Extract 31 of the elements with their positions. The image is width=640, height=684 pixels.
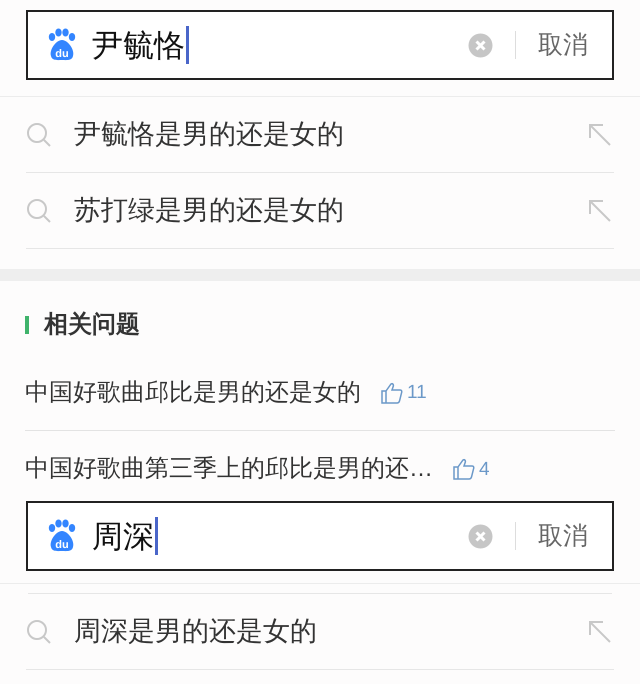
text-cursor (155, 517, 158, 555)
thumbs-up-icon (381, 382, 403, 404)
search-icon (26, 618, 52, 644)
like-count: 4 (479, 460, 490, 478)
search-input-text: 周深 (92, 520, 154, 552)
search-field[interactable]: du 周深 取消 (26, 501, 614, 571)
search-input-text: 尹毓恪 (92, 30, 185, 60)
cancel-button[interactable]: 取消 (538, 524, 588, 548)
fill-arrow-icon[interactable] (588, 198, 612, 222)
cancel-button[interactable]: 取消 (538, 32, 588, 58)
question-text: 中国好歌曲邱比是男的还是女的 (25, 380, 361, 404)
section-marker (25, 316, 29, 334)
question-text: 中国好歌曲第三季上的邱比是男的还… (25, 457, 433, 481)
section-title: 相关问题 (44, 313, 140, 337)
suggestion-item[interactable]: 苏打绿是男的还是女的 (26, 173, 614, 249)
suggestion-text: 周深是男的还是女的 (74, 618, 317, 645)
suggestion-text: 尹毓恪是男的还是女的 (74, 121, 344, 148)
fill-arrow-icon[interactable] (588, 620, 612, 644)
fill-arrow-icon[interactable] (588, 122, 612, 146)
suggestion-item[interactable]: 尹毓恪是男的还是女的 (26, 97, 614, 173)
thumbs-up-icon (453, 458, 475, 480)
related-question-item[interactable]: 中国好歌曲邱比是男的还是女的 11 (25, 355, 615, 431)
text-cursor (186, 26, 189, 64)
clear-icon[interactable] (468, 524, 493, 548)
suggestion-text: 苏打绿是男的还是女的 (74, 197, 344, 224)
search-icon (26, 198, 52, 224)
clear-icon[interactable] (468, 32, 493, 58)
search-icon (26, 122, 52, 148)
like-count: 11 (407, 383, 427, 402)
suggestion-item[interactable]: 周深是男的还是女的 (26, 594, 614, 670)
search-field[interactable]: du 尹毓恪 取消 (26, 10, 614, 80)
